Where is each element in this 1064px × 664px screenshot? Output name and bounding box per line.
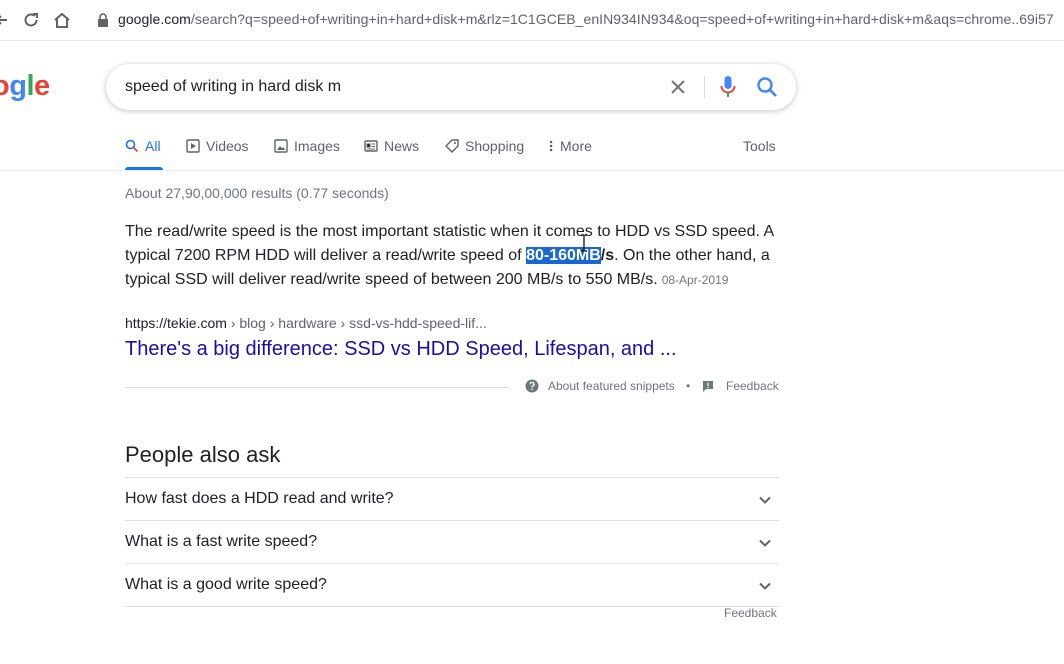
news-icon	[364, 140, 378, 152]
tab-label: Videos	[206, 138, 249, 154]
clear-icon[interactable]	[668, 77, 688, 97]
snippet-feedback-link[interactable]: Feedback	[702, 379, 779, 393]
more-vertical-icon	[549, 140, 553, 152]
about-featured-snippets-label: About featured snippets	[548, 379, 675, 393]
tab-news[interactable]: News	[364, 138, 419, 154]
people-also-ask-list: How fast does a HDD read and write? What…	[125, 477, 779, 608]
snippet-highlight: 80-160MB/s	[526, 247, 614, 264]
reload-icon[interactable]	[21, 10, 41, 30]
paa-question-text: What is a good write speed?	[125, 576, 327, 593]
back-arrow-icon[interactable]	[0, 10, 12, 30]
result-stats: About 27,90,00,000 results (0.77 seconds…	[125, 185, 389, 201]
result-cite: https://tekie.com › blog › hardware › ss…	[125, 315, 487, 331]
text-cursor-icon	[581, 234, 587, 252]
browser-address-bar: google.com/search?q=speed+of+writing+in+…	[0, 0, 1064, 41]
tab-label: Images	[294, 138, 340, 154]
url-host: google.com	[118, 11, 191, 27]
tab-shopping[interactable]: Shopping	[445, 138, 524, 154]
search-box	[106, 64, 796, 110]
tab-label: More	[560, 138, 592, 154]
cite-path: › blog › hardware › ssd-vs-hdd-speed-lif…	[226, 315, 487, 331]
tools-button[interactable]: Tools	[743, 138, 776, 154]
logo-letter-o: o	[0, 70, 10, 102]
image-icon	[274, 139, 288, 153]
google-logo[interactable]: ogle	[0, 70, 50, 103]
divider-line	[125, 387, 509, 388]
separator-dot: •	[686, 379, 691, 393]
tab-images[interactable]: Images	[274, 138, 340, 154]
tab-label: All	[145, 138, 161, 154]
feedback-icon	[703, 381, 713, 392]
paa-question[interactable]: What is a fast write speed?	[125, 520, 779, 563]
about-featured-snippets-link[interactable]: About featured snippets	[525, 379, 675, 393]
snippet-highlight-rest: /s	[600, 247, 615, 264]
logo-letter-l: l	[26, 70, 34, 102]
cite-host: https://tekie.com	[125, 315, 227, 331]
video-icon	[186, 139, 200, 153]
tag-icon	[445, 139, 459, 153]
tab-more[interactable]: More	[548, 138, 592, 154]
paa-question[interactable]: What is a good write speed?	[125, 563, 779, 606]
tab-all[interactable]: All	[125, 138, 161, 154]
logo-letter-e: e	[34, 70, 50, 102]
lock-icon[interactable]	[97, 13, 109, 27]
tab-videos[interactable]: Videos	[186, 138, 249, 154]
search-icon	[125, 139, 139, 153]
tab-label: Shopping	[465, 138, 525, 154]
search-input[interactable]	[125, 64, 645, 110]
search-icon[interactable]	[756, 76, 778, 98]
featured-snippet-text: The read/write speed is the most importa…	[125, 220, 785, 292]
chevron-down-icon	[759, 496, 771, 504]
search-divider	[704, 76, 705, 98]
tab-label: News	[384, 138, 420, 154]
paa-question-text: What is a fast write speed?	[125, 533, 318, 550]
paa-question-text: How fast does a HDD read and write?	[125, 490, 394, 507]
paa-question[interactable]: How fast does a HDD read and write?	[125, 477, 779, 520]
chevron-down-icon	[759, 539, 771, 547]
paa-bottom-border	[125, 606, 779, 608]
microphone-icon[interactable]	[718, 75, 738, 99]
selected-text: 80-160MB	[526, 247, 601, 264]
page: google.com/search?q=speed+of+writing+in+…	[0, 0, 1064, 664]
snippet-date: 08-Apr-2019	[661, 273, 729, 287]
logo-letter-g: g	[9, 70, 27, 102]
people-also-ask-title: People also ask	[125, 442, 281, 467]
paa-feedback-link[interactable]: Feedback	[724, 606, 777, 620]
active-tab-indicator	[125, 167, 163, 170]
help-icon	[525, 379, 539, 393]
feedback-label: Feedback	[726, 379, 779, 393]
result-title-link[interactable]: There's a big difference: SSD vs HDD Spe…	[125, 338, 677, 361]
search-tabs: All Videos Images News Shopping More Too…	[0, 130, 1064, 171]
url-field[interactable]: google.com/search?q=speed+of+writing+in+…	[118, 11, 1054, 27]
chevron-down-icon	[759, 582, 771, 590]
url-path: /search?q=speed+of+writing+in+hard+disk+…	[190, 11, 1054, 27]
snippet-footer: About featured snippets • Feedback	[125, 377, 779, 399]
home-icon[interactable]	[52, 10, 72, 30]
